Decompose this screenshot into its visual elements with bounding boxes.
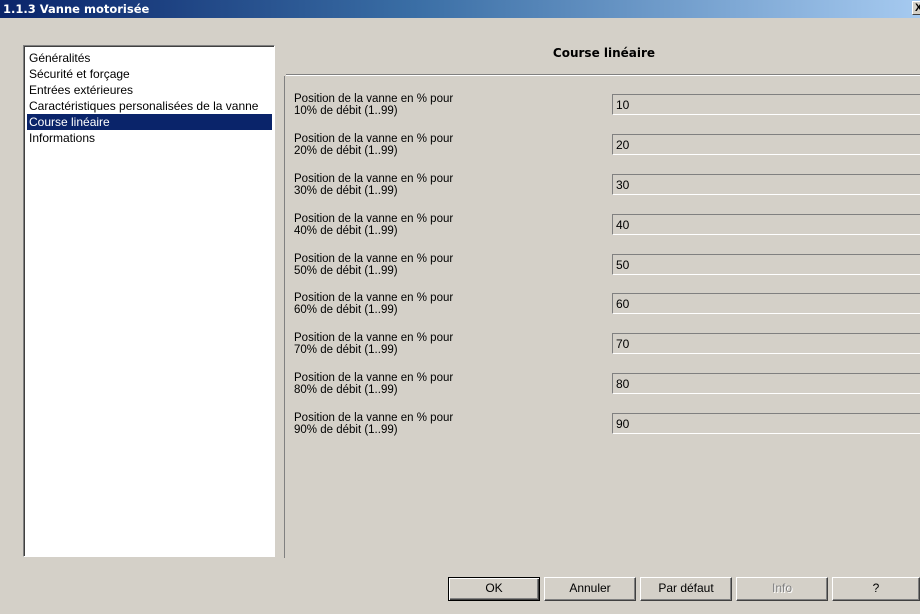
sidebar-item-course-lineaire[interactable]: Course linéaire — [27, 114, 272, 130]
param-row: Position de la vanne en % pour 50% de dé… — [294, 253, 920, 289]
param-value-field[interactable]: 90 — [612, 413, 920, 434]
help-button[interactable]: ? — [832, 577, 920, 601]
param-label: Position de la vanne en % pour 20% de dé… — [294, 133, 454, 157]
param-label: Position de la vanne en % pour 50% de dé… — [294, 253, 454, 277]
title-bar[interactable]: 1.1.3 Vanne motorisée X — [0, 0, 920, 18]
param-row: Position de la vanne en % pour 60% de dé… — [294, 292, 920, 328]
param-value-field[interactable]: 10 — [612, 94, 920, 115]
dialog-window: 1.1.3 Vanne motorisée X Généralités Sécu… — [0, 0, 920, 614]
param-row: Position de la vanne en % pour 80% de dé… — [294, 372, 920, 408]
sidebar-item-informations[interactable]: Informations — [27, 130, 274, 146]
param-row: Position de la vanne en % pour 90% de dé… — [294, 412, 920, 448]
param-row: Position de la vanne en % pour 20% de dé… — [294, 133, 920, 169]
panel-title: Course linéaire — [552, 46, 656, 60]
param-label: Position de la vanne en % pour 70% de dé… — [294, 332, 454, 356]
sidebar-item-caracteristiques-vanne[interactable]: Caractéristiques personalisées de la van… — [27, 98, 274, 114]
close-button[interactable]: X — [912, 1, 920, 15]
param-label: Position de la vanne en % pour 80% de dé… — [294, 372, 454, 396]
param-value-field[interactable]: 20 — [612, 134, 920, 155]
param-row: Position de la vanne en % pour 70% de dé… — [294, 332, 920, 368]
param-label: Position de la vanne en % pour 10% de dé… — [294, 93, 454, 117]
ok-button[interactable]: OK — [448, 577, 540, 601]
param-value-field[interactable]: 50 — [612, 254, 920, 275]
param-row: Position de la vanne en % pour 40% de dé… — [294, 213, 920, 249]
param-label: Position de la vanne en % pour 30% de dé… — [294, 173, 454, 197]
param-value-field[interactable]: 60 — [612, 293, 920, 314]
param-value-field[interactable]: 30 — [612, 174, 920, 195]
param-value-field[interactable]: 80 — [612, 373, 920, 394]
category-list[interactable]: Généralités Sécurité et forçage Entrées … — [23, 45, 275, 557]
sidebar-item-entrees-exterieures[interactable]: Entrées extérieures — [27, 82, 274, 98]
sidebar-item-generalites[interactable]: Généralités — [27, 50, 274, 66]
param-label: Position de la vanne en % pour 40% de dé… — [294, 213, 454, 237]
param-value-field[interactable]: 70 — [612, 333, 920, 354]
param-value-field[interactable]: 40 — [612, 214, 920, 235]
sidebar-item-securite-forcage[interactable]: Sécurité et forçage — [27, 66, 274, 82]
window-title: 1.1.3 Vanne motorisée — [3, 2, 150, 16]
param-label: Position de la vanne en % pour 90% de dé… — [294, 412, 454, 436]
param-row: Position de la vanne en % pour 30% de dé… — [294, 173, 920, 209]
param-label: Position de la vanne en % pour 60% de dé… — [294, 292, 454, 316]
cancel-button[interactable]: Annuler — [544, 577, 636, 601]
default-button[interactable]: Par défaut — [640, 577, 732, 601]
info-button: Info — [736, 577, 828, 601]
param-row: Position de la vanne en % pour 10% de dé… — [294, 93, 920, 129]
